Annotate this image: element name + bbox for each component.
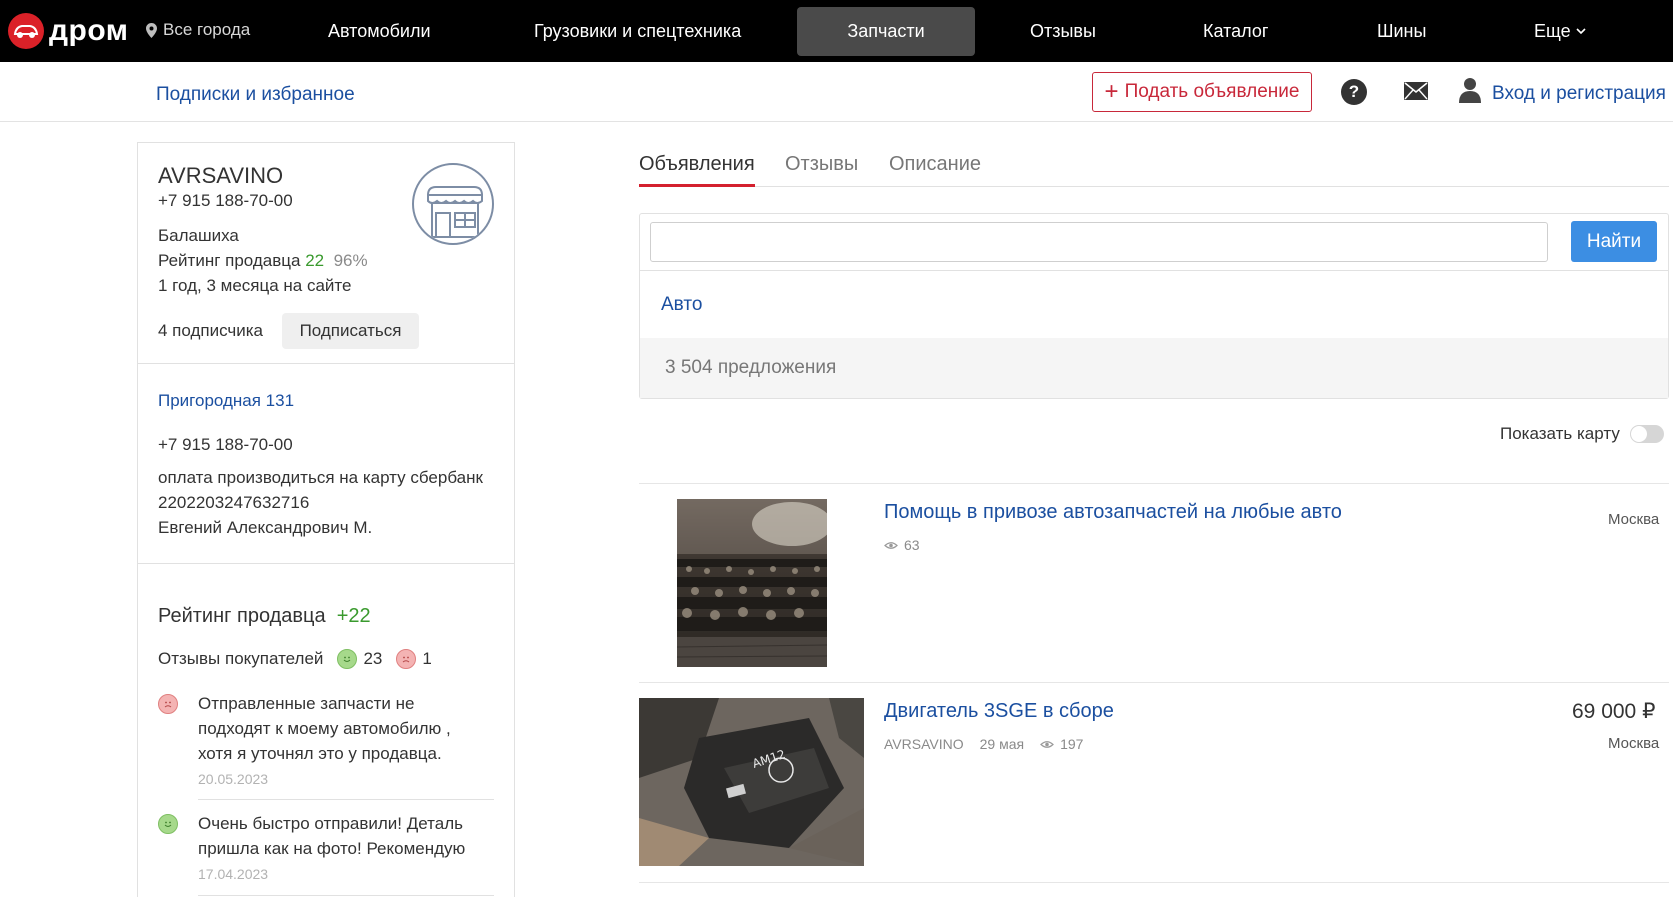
listing-meta: 63 [884, 537, 920, 553]
address-link[interactable]: Пригородная 131 [158, 391, 294, 411]
seller-rating-percent: 96% [333, 251, 368, 270]
search-input[interactable] [650, 222, 1548, 262]
drom-logo[interactable]: дром [8, 13, 129, 49]
category-link-auto[interactable]: Авто [661, 294, 702, 316]
seller-rating-total: +22 [336, 605, 371, 627]
seller-name: AVRSAVINO [158, 163, 284, 188]
subscribers-count: 4 подписчика [158, 321, 264, 340]
results-count: 3 504 предложения [665, 357, 837, 378]
top-navigation: дром Все города Автомобили Грузовики и с… [0, 0, 1673, 62]
logo-car-icon [8, 13, 44, 49]
seller-rating-label: Рейтинг продавца [158, 251, 301, 270]
nav-trucks[interactable]: Грузовики и спецтехника [534, 20, 741, 42]
seller-city: Балашиха [158, 226, 239, 245]
buyer-reviews-label: Отзывы покупателей [158, 649, 324, 668]
listing-title[interactable]: Помощь в привозе автозапчастей на любые … [884, 501, 1342, 524]
divider [639, 483, 1669, 484]
positive-reviews-count[interactable]: 23 [363, 649, 382, 669]
description-line: оплата производиться на карту сбербанк [158, 468, 483, 487]
nav-parts[interactable]: Запчасти [797, 7, 975, 56]
seller-phone-secondary[interactable]: +7 915 188-70-00 [158, 435, 293, 455]
city-selector[interactable]: Все города [146, 20, 250, 40]
seller-tabs: Объявления Отзывы Описание [639, 153, 1669, 187]
seller-rating: Рейтинг продавца 22 96% [158, 251, 368, 271]
nav-more-label: Еще [1534, 21, 1571, 41]
listing-price: 69 000 ₽ [1572, 700, 1656, 723]
seller-age: 1 год, 3 месяца на сайте [158, 276, 352, 295]
seller-rating-value: 22 [305, 251, 325, 270]
buyer-reviews-summary: Отзывы покупателей 23 1 [158, 649, 432, 669]
eye-icon [884, 541, 898, 550]
seller-phone[interactable]: +7 915 188-70-00 [158, 191, 293, 211]
subscriptions-link[interactable]: Подписки и избранное [156, 84, 355, 106]
tab-listings[interactable]: Объявления [639, 153, 755, 176]
divider [639, 682, 1669, 683]
divider [198, 895, 494, 896]
listing-meta: AVRSAVINO 29 мая 197 [884, 736, 1083, 752]
seller-description: оплата производиться на карту сбербанк 2… [158, 465, 498, 540]
divider [640, 270, 1668, 271]
map-toggle-label: Показать карту [1500, 424, 1620, 443]
seller-card: AVRSAVINO +7 915 188-70-00 Балашиха Рейт… [137, 142, 515, 897]
map-toggle[interactable]: Показать карту [1500, 424, 1664, 444]
description-line: 2202203247632716 [158, 493, 310, 512]
search-panel: Найти Авто 3 504 предложения [639, 213, 1669, 399]
listing-title[interactable]: Двигатель 3SGE в сборе [884, 700, 1114, 723]
plus-icon: + [1104, 78, 1119, 105]
city-label: Все города [163, 20, 251, 39]
results-count-row: 3 504 предложения [640, 338, 1668, 398]
map-toggle-switch[interactable] [1629, 425, 1664, 443]
listing-photo[interactable] [677, 499, 827, 667]
negative-reviews-count[interactable]: 1 [422, 649, 431, 669]
secondary-bar: Подписки и избранное + Подать объявление… [0, 62, 1673, 122]
nav-cars[interactable]: Автомобили [328, 20, 431, 42]
post-ad-label: Подать объявление [1124, 81, 1300, 102]
nav-reviews[interactable]: Отзывы [1030, 20, 1096, 42]
active-tab-indicator [639, 184, 755, 187]
shop-avatar-icon [412, 163, 494, 245]
subscribe-button[interactable]: Подписаться [282, 313, 419, 349]
smile-icon [337, 649, 358, 669]
listing-date: 29 мая [979, 736, 1025, 752]
logo-text: дром [49, 14, 129, 47]
divider [138, 563, 514, 564]
listing-city: Москва [1608, 735, 1660, 752]
location-pin-icon [146, 22, 157, 38]
post-ad-button[interactable]: + Подать объявление [1092, 72, 1312, 112]
review-date: 20.05.2023 [198, 771, 269, 787]
frown-icon [158, 694, 178, 714]
review-text: Отправленные запчасти не подходят к моем… [198, 694, 451, 763]
review-date: 17.04.2023 [198, 866, 269, 882]
search-button[interactable]: Найти [1571, 221, 1657, 262]
divider [198, 799, 494, 800]
divider [639, 882, 1669, 883]
listing-city: Москва [1608, 511, 1660, 528]
tab-description[interactable]: Описание [889, 153, 981, 176]
listing-photo[interactable]: AM12 [639, 698, 864, 866]
help-icon[interactable]: ? [1341, 79, 1367, 105]
frown-icon [396, 649, 417, 669]
user-icon[interactable] [1459, 77, 1481, 103]
eye-icon [1040, 740, 1054, 749]
review-text: Очень быстро отправили! Деталь пришла ка… [198, 814, 466, 858]
nav-parts-label: Запчасти [847, 21, 925, 41]
login-link[interactable]: Вход и регистрация [1492, 83, 1666, 105]
divider [138, 363, 514, 364]
listing-seller[interactable]: AVRSAVINO [884, 736, 964, 752]
nav-tires[interactable]: Шины [1377, 20, 1426, 42]
chevron-down-icon [1576, 27, 1586, 34]
tab-reviews[interactable]: Отзывы [785, 153, 858, 176]
mail-icon[interactable] [1403, 81, 1429, 101]
seller-rating-title: Рейтинг продавца [158, 605, 326, 627]
seller-rating-heading: Рейтинг продавца +22 [158, 605, 371, 628]
nav-more[interactable]: Еще [1534, 20, 1586, 42]
nav-catalog[interactable]: Каталог [1203, 20, 1268, 42]
description-line: Евгений Александрович М. [158, 518, 373, 537]
listing-views: 63 [904, 537, 920, 553]
listing-views: 197 [1060, 736, 1084, 752]
smile-icon [158, 814, 178, 834]
